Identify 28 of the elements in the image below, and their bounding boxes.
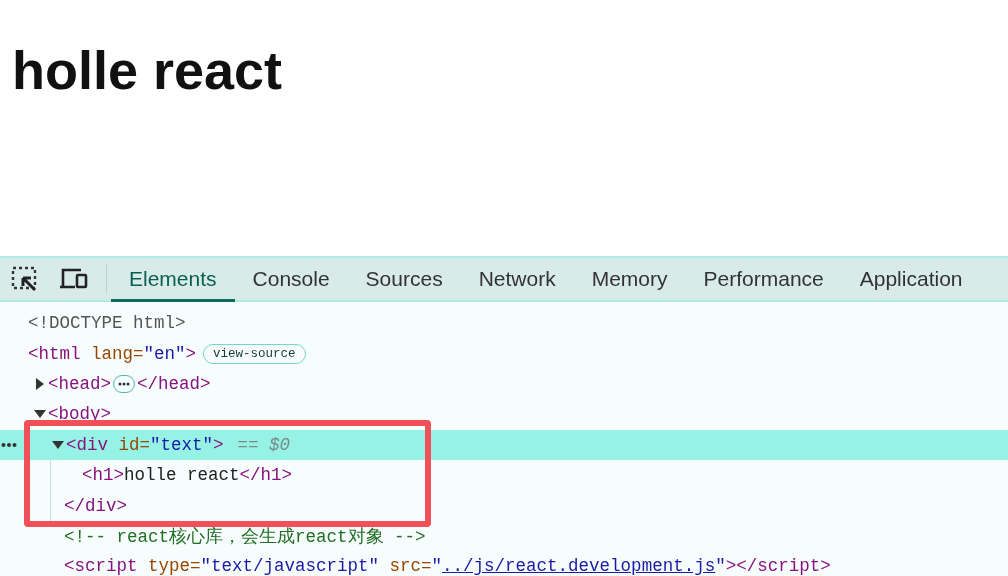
inspect-icon[interactable] [11, 266, 39, 292]
selected-row[interactable]: <div id="text"> == $0 [0, 429, 1008, 460]
collapsed-triangle-icon[interactable] [34, 377, 46, 390]
devtools-tab[interactable]: Sources [347, 259, 461, 302]
devtools-tab[interactable]: Network [460, 259, 574, 302]
code-line: <!DOCTYPE html> [28, 313, 186, 334]
expanded-triangle-icon[interactable] [52, 438, 64, 451]
expand-ellipsis-button[interactable] [113, 374, 135, 393]
more-icon [118, 381, 130, 386]
code-line: <h1>holle react</h1> [82, 465, 293, 486]
devtools-tab[interactable]: Memory [573, 259, 686, 302]
devtools-tab[interactable]: Elements [111, 259, 235, 302]
code-line: <body> [48, 404, 111, 425]
view-source-badge[interactable]: view-source [203, 343, 306, 364]
selected-marker: == $0 [237, 434, 291, 455]
more-icon[interactable] [1, 441, 17, 448]
code-line: </div> [64, 495, 127, 516]
code-line: </head> [137, 373, 211, 394]
code-line: <head> [48, 373, 111, 394]
code-line: <div id="text"> [66, 434, 224, 455]
devtools-tab[interactable]: Performance [685, 259, 842, 302]
code-line: <html lang="en"> [28, 343, 197, 364]
devtools-tab[interactable]: Console [234, 259, 348, 302]
devtools-tab[interactable]: Application [841, 259, 981, 302]
code-line: <script type="text/javascript" src="../js/react.development.js"></script> [64, 556, 831, 576]
page-heading: holle react [12, 39, 283, 102]
code-line: <!-- react核心库，会生成react对象 --> [64, 525, 426, 548]
device-toolbar-icon[interactable] [59, 267, 89, 291]
